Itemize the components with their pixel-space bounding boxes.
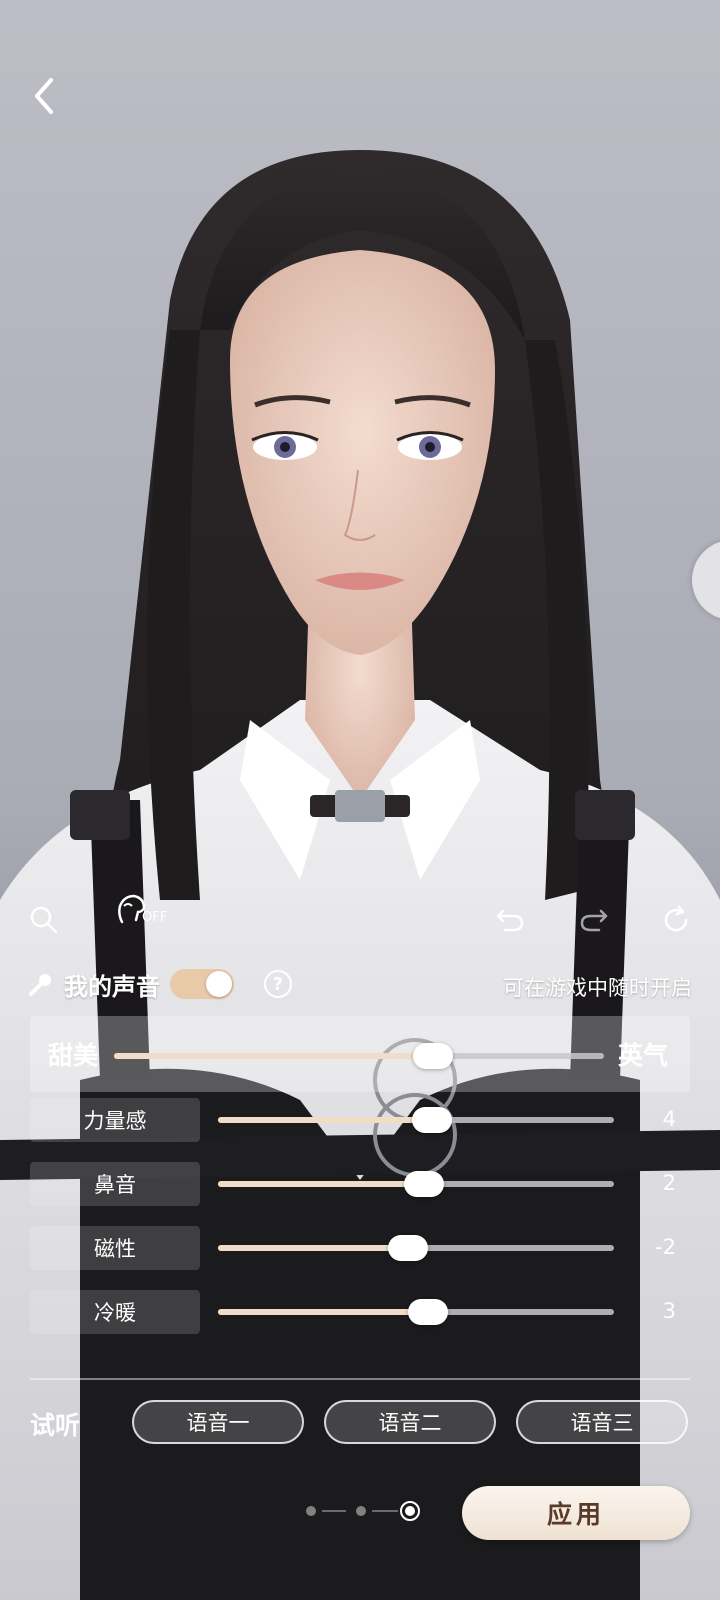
slider-value: 3 [662, 1299, 676, 1323]
search-icon [30, 906, 58, 934]
main-slider-thumb[interactable] [412, 1043, 453, 1069]
page-connector [372, 1510, 398, 1512]
attribute-slider-fill [218, 1117, 432, 1123]
attribute-slider-thumb[interactable] [407, 1299, 448, 1325]
attribute-slider[interactable] [218, 1235, 614, 1261]
main-slider-left-label: 甜美 [48, 1041, 99, 1070]
main-slider[interactable] [114, 1043, 604, 1069]
voice-sample-1-label: 语音一 [186, 1411, 250, 1435]
slider-value: -2 [655, 1235, 676, 1259]
attribute-slider-thumb[interactable] [388, 1235, 429, 1261]
redo-icon [580, 909, 608, 932]
listen-label: 试听 [30, 1411, 81, 1440]
voice-sample-3-button[interactable]: 语音三 [516, 1400, 688, 1444]
attribute-slider-thumb[interactable] [403, 1171, 444, 1197]
voice-hint: 可在游戏中随时开启 [503, 976, 692, 1000]
help-icon: ? [272, 973, 284, 995]
apply-label: 应用 [546, 1500, 605, 1529]
attribute-slider-fill [218, 1181, 424, 1187]
page-dot-2[interactable] [356, 1506, 366, 1516]
microphone-icon [29, 974, 51, 996]
reset-button[interactable] [656, 900, 696, 940]
voice-row: 我的声音 ? [28, 962, 292, 1006]
page-dot-1[interactable] [306, 1506, 316, 1516]
undo-button[interactable] [490, 900, 530, 940]
slider-value: 2 [662, 1171, 676, 1195]
voice-label: 我的声音 [64, 972, 160, 1001]
help-button[interactable]: ? [264, 970, 292, 998]
attribute-slider[interactable] [218, 1171, 614, 1197]
main-slider-right-label: 英气 [618, 1041, 669, 1070]
voice-sample-2-label: 语音二 [378, 1411, 442, 1435]
voice-toggle-knob [206, 971, 232, 997]
divider [30, 1378, 690, 1380]
undo-icon [496, 909, 524, 932]
refresh-icon [664, 905, 688, 932]
face-toggle-button[interactable]: OFF [114, 890, 174, 934]
slider-label: 力量感 [30, 1098, 200, 1142]
chevron-left-icon [35, 78, 53, 114]
page-connector [322, 1510, 346, 1512]
voice-toggle[interactable] [170, 969, 234, 999]
attribute-slider-fill [218, 1245, 409, 1251]
voice-sample-3-label: 语音三 [570, 1411, 634, 1435]
slider-value: 4 [662, 1107, 676, 1131]
search-button[interactable] [24, 900, 64, 940]
slider-label: 冷暖 [30, 1290, 200, 1334]
apply-button[interactable]: 应用 [462, 1486, 690, 1540]
voice-sample-2-button[interactable]: 语音二 [324, 1400, 496, 1444]
attribute-slider-fill [218, 1309, 428, 1315]
voice-sample-1-button[interactable]: 语音一 [132, 1400, 304, 1444]
attribute-slider-thumb[interactable] [411, 1107, 452, 1133]
page-dot-3-inner [405, 1506, 415, 1516]
main-slider-fill [114, 1053, 433, 1059]
character-preview [0, 0, 720, 1600]
slider-label: 磁性 [30, 1226, 200, 1270]
attribute-slider[interactable] [218, 1299, 614, 1325]
back-button[interactable] [24, 74, 64, 118]
face-toggle-state: OFF [142, 910, 168, 925]
redo-button[interactable] [574, 900, 614, 940]
page-dot-3-active[interactable] [400, 1501, 420, 1521]
attribute-slider[interactable] [218, 1107, 614, 1133]
slider-label: 鼻音 [30, 1162, 200, 1206]
